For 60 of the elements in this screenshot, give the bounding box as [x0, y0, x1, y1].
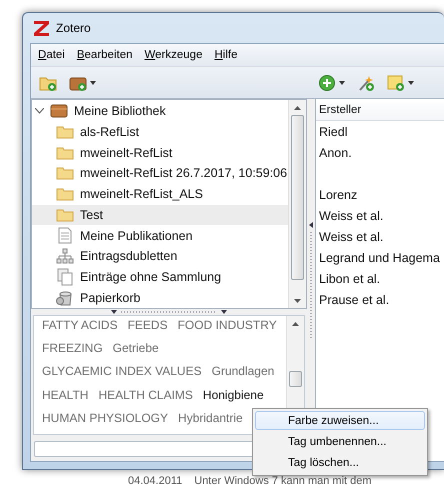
collection-item[interactable]: mweinelt-RefList — [32, 142, 288, 164]
table-cell: Legrand und Hagema — [319, 250, 440, 264]
window-title: Zotero — [56, 21, 91, 35]
note-plus-icon — [387, 74, 405, 92]
expanded-caret-icon[interactable] — [35, 108, 44, 114]
menu-item[interactable]: Datei — [34, 47, 69, 63]
menu-item[interactable]: Tag löschen... — [255, 454, 425, 473]
pages-icon — [55, 268, 75, 286]
background-text: 04.04.2011 — [128, 475, 182, 488]
add-icon — [318, 74, 336, 92]
collection-item[interactable]: Meine Bibliothek — [32, 101, 288, 122]
menu-item[interactable]: Farbe zuweisen... — [255, 411, 425, 430]
tag[interactable]: GLYCAEMIC INDEX VALUES — [42, 364, 202, 378]
collection-item[interactable]: mweinelt-RefList 26.7.2017, 10:59:06 — [32, 163, 288, 184]
menu-item[interactable]: Bearbeiten — [72, 47, 136, 63]
collection-item[interactable]: Test — [32, 204, 288, 226]
tag[interactable]: HEALTH — [42, 388, 88, 402]
tag[interactable]: Honigbiene — [202, 388, 264, 402]
background-text: Unter Windows 7 kann man mit dem — [194, 475, 372, 488]
collection-item[interactable]: Papierkorb — [32, 287, 288, 308]
wand-icon — [357, 74, 375, 92]
table-cell: Weiss et al. — [319, 208, 384, 222]
caret-icon — [90, 80, 96, 84]
scroll-up-arrow-icon[interactable] — [294, 106, 301, 110]
collection-item[interactable]: Einträge ohne Sammlung — [32, 266, 288, 288]
menu-item[interactable]: Tag umbenennen... — [255, 432, 425, 452]
caret-icon — [339, 80, 345, 84]
tag[interactable]: FREEZING — [42, 341, 103, 356]
column-header[interactable]: Ersteller — [319, 104, 362, 116]
collection-item[interactable]: Meine Publikationen — [32, 225, 288, 246]
scrollbar-thumb[interactable] — [289, 371, 302, 387]
menu-item[interactable]: Hilfe — [210, 47, 242, 63]
table-cell: Riedl — [319, 124, 348, 138]
tag[interactable]: HUMAN PHYSIOLOGY — [42, 410, 168, 425]
hierarchy-icon — [55, 247, 75, 266]
tag[interactable]: FATTY ACIDS — [42, 318, 118, 332]
box-icon — [49, 102, 69, 120]
menu-item[interactable]: Werkzeuge — [140, 47, 206, 63]
collection-item[interactable]: Eintragsdubletten — [32, 246, 288, 267]
tag[interactable]: Getriebe — [112, 341, 159, 356]
tag[interactable]: Grundlagen — [212, 364, 274, 378]
scroll-up-arrow-icon[interactable] — [292, 322, 299, 326]
caret-icon — [408, 80, 414, 84]
table-cell: Prause et al. — [319, 292, 390, 306]
tag[interactable]: FEEDS — [128, 318, 168, 332]
scrollbar-thumb[interactable] — [291, 115, 304, 280]
table-cell: Libon et al. — [319, 272, 380, 286]
table-cell: Lorenz — [319, 188, 358, 202]
collection-item[interactable]: mweinelt-RefList_ALS — [32, 184, 288, 205]
zotero-logo-icon — [33, 20, 50, 36]
splitter-grip-icon[interactable] — [109, 309, 229, 315]
tag[interactable]: Hybridantrie — [178, 410, 243, 425]
splitter-grip-icon[interactable] — [308, 220, 314, 340]
scrollbar[interactable] — [288, 100, 306, 308]
tag[interactable]: FOOD INDUSTRY — [178, 318, 277, 332]
collection-item[interactable]: als-RefList — [32, 122, 288, 142]
table-cell: Anon. — [319, 146, 352, 160]
tag[interactable]: HEALTH CLAIMS — [98, 388, 193, 402]
scroll-down-arrow-icon[interactable] — [294, 298, 301, 302]
table-cell: Weiss et al. — [319, 230, 384, 244]
